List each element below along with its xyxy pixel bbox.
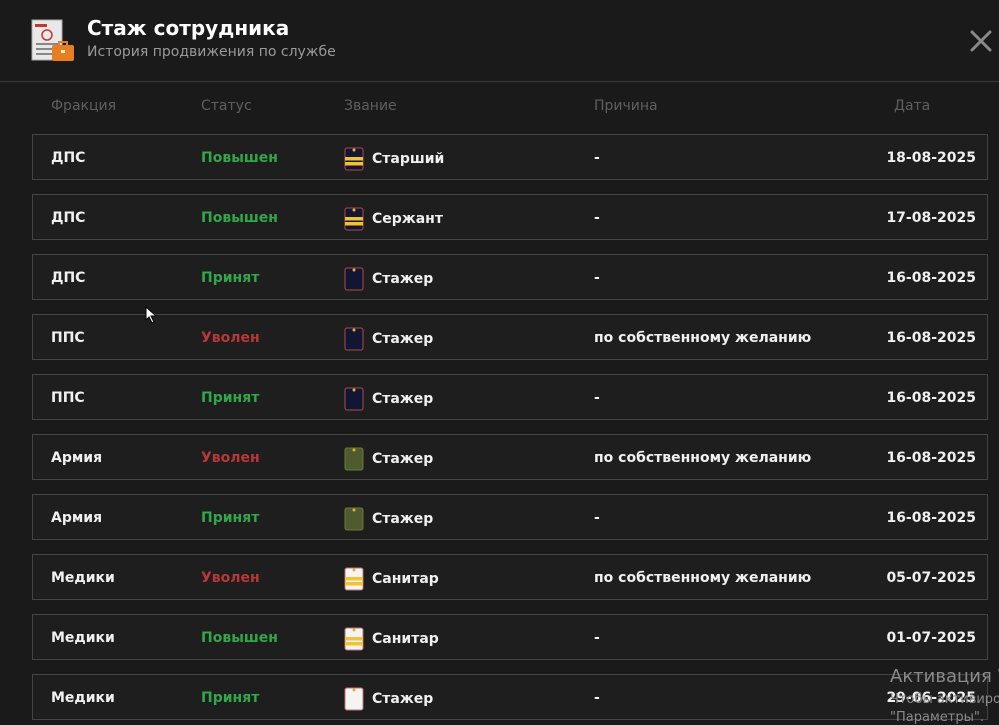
row-reason: -	[594, 150, 600, 166]
row-status: Повышен	[201, 630, 278, 646]
row-reason: -	[594, 630, 600, 646]
row-rank-label: Стажер	[372, 451, 434, 467]
row-date: 16-08-2025	[886, 330, 976, 346]
table-row[interactable]: ДПС Повышен Старший - 18-08-2025	[32, 134, 988, 180]
row-rank: Стажер	[344, 387, 433, 411]
row-faction: ДПС	[51, 150, 86, 166]
row-reason: по собственному желанию	[594, 330, 812, 346]
row-reason: -	[594, 690, 600, 706]
row-faction: Медики	[51, 630, 115, 646]
row-faction: ДПС	[51, 210, 86, 226]
row-reason: -	[594, 270, 600, 286]
row-faction: Армия	[51, 450, 103, 466]
row-date: 16-08-2025	[886, 390, 976, 406]
row-faction: Медики	[51, 570, 115, 586]
row-faction: Армия	[51, 510, 103, 526]
white-plain-insignia-icon	[344, 687, 364, 711]
row-reason: -	[594, 210, 600, 226]
navy-stripes-insignia-icon	[344, 147, 364, 171]
row-status: Повышен	[201, 210, 278, 226]
column-rank: Звание	[344, 98, 397, 114]
row-status: Уволен	[201, 450, 260, 466]
row-reason: -	[594, 510, 600, 526]
row-faction: Медики	[51, 690, 115, 706]
column-reason: Причина	[594, 98, 658, 114]
row-status: Принят	[201, 690, 260, 706]
dialog-header: Стаж сотрудника История продвижения по с…	[0, 0, 999, 82]
row-date: 16-08-2025	[886, 510, 976, 526]
row-rank: Стажер	[344, 507, 433, 531]
table-row[interactable]: ДПС Принят Стажер - 16-08-2025	[32, 254, 988, 300]
row-date: 01-07-2025	[886, 630, 976, 646]
row-status: Уволен	[201, 570, 260, 586]
navy-plain-insignia-icon	[344, 387, 364, 411]
row-rank: Старший	[344, 147, 444, 171]
row-rank-label: Стажер	[372, 391, 434, 407]
row-faction: ППС	[51, 390, 85, 406]
row-status: Принят	[201, 510, 260, 526]
mouse-cursor-icon	[145, 306, 158, 324]
row-rank: Стажер	[344, 267, 433, 291]
column-status: Статус	[201, 98, 252, 114]
row-reason: -	[594, 390, 600, 406]
os-activation-watermark: Активация W	[890, 666, 999, 687]
white-stripes-insignia-icon	[344, 567, 364, 591]
row-status: Принят	[201, 390, 260, 406]
row-date: 05-07-2025	[886, 570, 976, 586]
row-rank: Стажер	[344, 327, 433, 351]
navy-plain-insignia-icon	[344, 327, 364, 351]
table-row[interactable]: Медики Принят Стажер -29-06-2025	[32, 674, 988, 720]
row-reason: по собственному желанию	[594, 450, 812, 466]
row-status: Уволен	[201, 330, 260, 346]
olive-plain-insignia-icon	[344, 507, 364, 531]
row-faction: ППС	[51, 330, 85, 346]
row-rank-label: Старший	[372, 151, 445, 167]
row-rank: Санитар	[344, 627, 439, 651]
table-row[interactable]: Медики Повышен Санитар - 01-07-2025	[32, 614, 988, 660]
row-status: Принят	[201, 270, 260, 286]
table-header: Фракция Статус Звание Причина Дата	[0, 98, 999, 116]
row-rank: Санитар	[344, 567, 439, 591]
navy-stripes-insignia-icon	[344, 207, 364, 231]
os-activation-watermark-hint: Чтобы активиро	[890, 692, 999, 707]
row-rank: Стажер	[344, 447, 433, 471]
row-reason: по собственному желанию	[594, 570, 812, 586]
row-rank-label: Стажер	[372, 511, 434, 527]
row-rank-label: Сержант	[372, 211, 443, 227]
employee-record-icon	[31, 19, 74, 61]
close-icon[interactable]	[966, 26, 996, 56]
row-rank-label: Стажер	[372, 331, 434, 347]
table-row[interactable]: ДПС Повышен Сержант - 17-08-2025	[32, 194, 988, 240]
olive-plain-insignia-icon	[344, 447, 364, 471]
row-status: Повышен	[201, 150, 278, 166]
page-subtitle: История продвижения по службе	[87, 44, 336, 60]
row-rank: Стажер	[344, 687, 433, 711]
row-date: 16-08-2025	[886, 450, 976, 466]
row-date: 18-08-2025	[886, 150, 976, 166]
row-rank-label: Санитар	[372, 571, 439, 587]
column-date: Дата	[894, 98, 931, 114]
row-faction: ДПС	[51, 270, 86, 286]
row-rank-label: Стажер	[372, 271, 434, 287]
table-row[interactable]: Армия Уволен Стажер по собственному желанию…	[32, 434, 988, 480]
row-date: 16-08-2025	[886, 270, 976, 286]
table-row[interactable]: Армия Принят Стажер - 16-08-2025	[32, 494, 988, 540]
navy-plain-insignia-icon	[344, 267, 364, 291]
white-stripes-insignia-icon	[344, 627, 364, 651]
table-row[interactable]: ППС Принят Стажер - 16-08-2025	[32, 374, 988, 420]
os-activation-watermark-settings: "Параметры".	[890, 710, 984, 725]
row-rank-label: Стажер	[372, 691, 434, 707]
page-title: Стаж сотрудника	[87, 16, 290, 40]
row-rank-label: Санитар	[372, 631, 439, 647]
table-row[interactable]: ППС Уволен Стажер по собственному желанию 16…	[32, 314, 988, 360]
table-row[interactable]: Медики Уволен Санитар по собственному желан…	[32, 554, 988, 600]
row-rank: Сержант	[344, 207, 443, 231]
row-date: 17-08-2025	[886, 210, 976, 226]
column-faction: Фракция	[51, 98, 117, 114]
